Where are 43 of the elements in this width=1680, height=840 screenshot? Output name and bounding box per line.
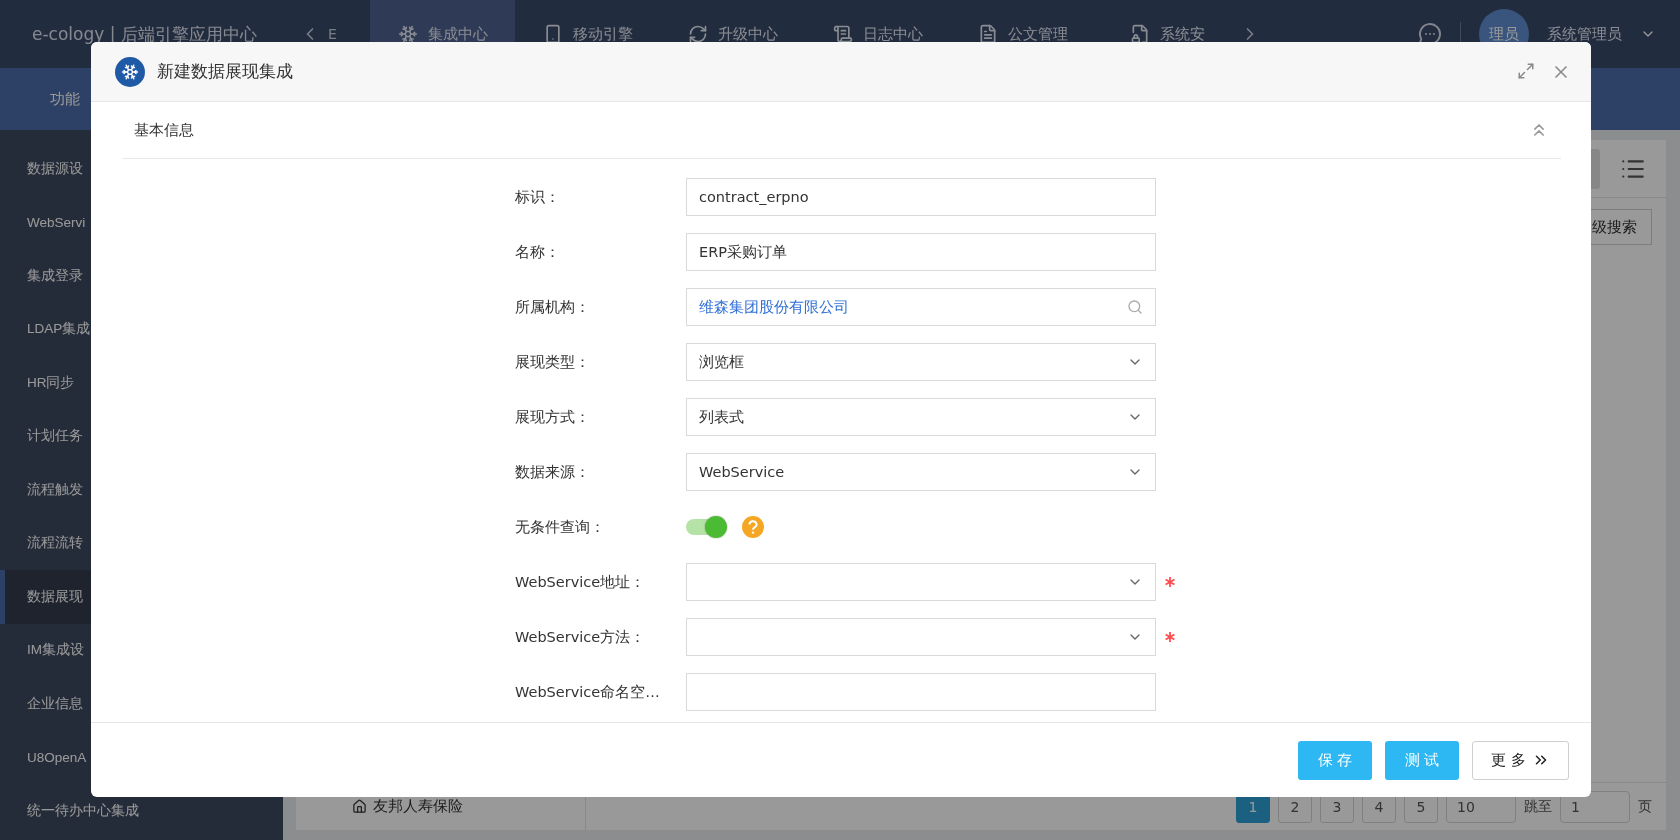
- jump-label: 跳至: [1524, 797, 1552, 816]
- help-icon[interactable]: [742, 516, 764, 538]
- field-label: WebService方法：: [515, 627, 647, 647]
- maximize-icon[interactable]: [1517, 61, 1535, 80]
- search-icon[interactable]: [1127, 299, 1143, 315]
- nav-tab[interactable]: 系统安: [1095, 0, 1240, 68]
- field-label: 展现方式：: [515, 407, 591, 427]
- nav-tab[interactable]: 升级中心: [660, 0, 805, 68]
- nav-tab[interactable]: 移动引擎: [515, 0, 660, 68]
- select-field[interactable]: 浏览框: [686, 343, 1156, 381]
- field-label: 名称：: [515, 242, 561, 262]
- required-icon: [1164, 631, 1176, 643]
- snowflake-icon: [115, 56, 145, 87]
- action-button[interactable]: 保 存: [1298, 740, 1372, 780]
- section-title: 基本信息: [134, 120, 194, 140]
- input-field[interactable]: contract_erpno: [686, 178, 1156, 216]
- select-field[interactable]: WebService: [686, 453, 1156, 491]
- field-label: WebService地址：: [515, 572, 647, 592]
- select-field[interactable]: 列表式: [686, 398, 1156, 436]
- field-label: 所属机构：: [515, 297, 591, 317]
- input-field[interactable]: ERP采购订单: [686, 233, 1156, 271]
- browse-field[interactable]: 维森集团股份有限公司: [686, 288, 1156, 326]
- field-label: WebService命名空…: [515, 682, 661, 702]
- tree-item-label: 友邦人寿保险: [373, 797, 463, 816]
- field-label: 展现类型：: [515, 352, 591, 372]
- field-label: 标识：: [515, 187, 561, 207]
- subnav-label[interactable]: 功能: [50, 89, 80, 109]
- more-button[interactable]: 更 多: [1472, 740, 1569, 780]
- toggle-switch[interactable]: [686, 519, 724, 535]
- user-name[interactable]: 系统管理员: [1547, 24, 1622, 44]
- nav-tab[interactable]: 公文管理: [950, 0, 1095, 68]
- page-unit-label: 页: [1638, 797, 1652, 816]
- field-label: 数据来源：: [515, 462, 591, 482]
- nav-tab[interactable]: 日志中心: [805, 0, 950, 68]
- select-field[interactable]: [686, 563, 1156, 601]
- action-button[interactable]: 测 试: [1385, 740, 1459, 780]
- select-field[interactable]: [686, 618, 1156, 656]
- input-field[interactable]: [686, 673, 1156, 711]
- field-label: 无条件查询：: [515, 517, 606, 537]
- required-icon: [1164, 576, 1176, 588]
- nav-tab-partial[interactable]: E: [328, 26, 337, 42]
- home-icon: [352, 799, 367, 814]
- dialog-title: 新建数据展现集成: [157, 60, 293, 83]
